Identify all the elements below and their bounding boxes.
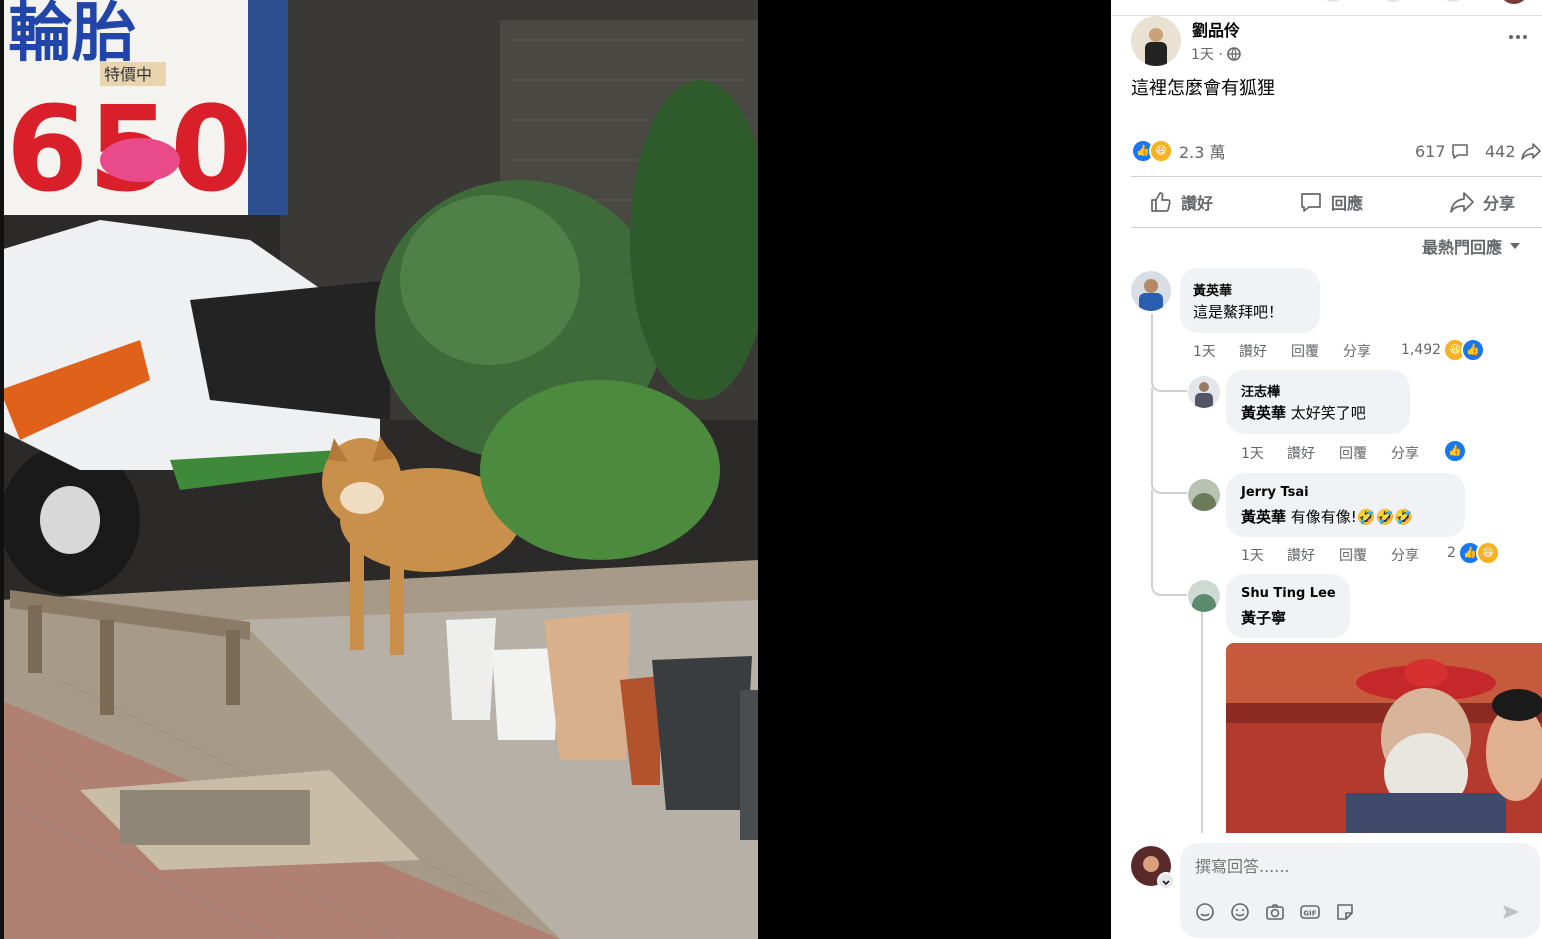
tagged-user[interactable]: 黃英華	[1241, 404, 1286, 422]
like-button[interactable]: 讚好	[1149, 190, 1213, 214]
author-avatar[interactable]	[1131, 16, 1181, 66]
comment-count-icon	[1451, 144, 1468, 159]
comment-button-label: 回應	[1331, 194, 1364, 213]
comment-reaction-summary[interactable]: 2 👍 😆	[1447, 541, 1500, 565]
haha-reaction-icon: 😆	[1149, 139, 1173, 163]
account-avatar[interactable]	[1499, 0, 1529, 4]
more-icon[interactable]	[1507, 26, 1529, 48]
chevron-down-icon	[1510, 243, 1521, 249]
camera-icon[interactable]	[1264, 901, 1286, 923]
gif-illustration	[1226, 643, 1542, 833]
comment-like-link[interactable]: 讚好	[1239, 341, 1267, 361]
comment-share-link[interactable]: 分享	[1391, 545, 1419, 565]
post-sidebar: 劉品伶 1天 · 這裡怎麼會有狐狸 👍 😆 2.3 萬 617 442 讚好 回…	[1111, 0, 1542, 939]
comment-reaction-summary[interactable]: 👍	[1443, 439, 1467, 463]
send-icon[interactable]	[1500, 901, 1522, 923]
sticker-alt-icon[interactable]	[1334, 901, 1356, 923]
chevron-down-icon[interactable]	[1157, 872, 1175, 890]
like-icon	[1151, 192, 1171, 212]
comment-reaction-summary[interactable]: 1,492 😆 👍	[1401, 338, 1486, 362]
commenter-avatar[interactable]	[1188, 376, 1220, 408]
share-icon	[1450, 192, 1474, 213]
thread-line	[1151, 490, 1187, 596]
commenter-avatar[interactable]	[1188, 580, 1220, 612]
comment-button[interactable]: 回應	[1299, 190, 1363, 214]
actions-divider-bottom	[1131, 227, 1542, 228]
commenter-name[interactable]: 黃英華	[1193, 280, 1232, 299]
thread-line	[1201, 608, 1203, 833]
top-bar-circle[interactable]	[1379, 0, 1407, 2]
sort-label: 最熱門回應	[1422, 238, 1503, 257]
comment-time[interactable]: 1天	[1193, 341, 1216, 361]
comment-text-body: 太好笑了吧	[1290, 404, 1366, 422]
sign-top-text: 輪胎	[8, 0, 136, 71]
comment-gif-image[interactable]	[1226, 643, 1542, 833]
comment-reply-link[interactable]: 回覆	[1339, 545, 1367, 565]
comment-like-link[interactable]: 讚好	[1287, 443, 1315, 463]
comment-share-link[interactable]: 分享	[1391, 443, 1419, 463]
like-button-label: 讚好	[1181, 194, 1214, 213]
post-text: 這裡怎麼會有狐狸	[1131, 78, 1275, 99]
comment-time[interactable]: 1天	[1241, 545, 1264, 565]
top-bar-circle[interactable]	[1439, 0, 1467, 2]
shares-count-link[interactable]: 442	[1485, 141, 1542, 161]
like-reaction-icon: 👍	[1461, 338, 1486, 362]
post-photo[interactable]: 輪胎 特價中 650	[0, 0, 758, 939]
comment-bubble: 汪志樺 黃英華 太好笑了吧	[1226, 370, 1410, 434]
thread-line	[1151, 314, 1187, 392]
comment-input[interactable]	[1193, 853, 1517, 879]
commenter-name[interactable]: Shu Ting Lee	[1241, 586, 1336, 601]
comment-like-link[interactable]: 讚好	[1287, 545, 1315, 565]
haha-reaction-icon: 😆	[1475, 541, 1500, 565]
post-meta: 1天 ·	[1191, 44, 1241, 64]
share-button[interactable]: 分享	[1449, 190, 1515, 214]
comment-text-body: 有像有像!🤣🤣🤣	[1290, 508, 1413, 526]
tagged-user[interactable]: 黃英華	[1241, 508, 1286, 526]
reaction-summary[interactable]: 👍 😆 2.3 萬	[1131, 139, 1226, 163]
tagged-user[interactable]: 黃子寧	[1241, 607, 1286, 628]
comment-text: 黃英華 太好笑了吧	[1241, 402, 1366, 423]
globe-icon	[1227, 47, 1241, 61]
top-divider	[1111, 15, 1542, 16]
comment-bubble: 黃英華 這是鰲拜吧！	[1180, 268, 1320, 333]
comment-bubble: Shu Ting Lee 黃子寧	[1226, 574, 1350, 638]
comment-sort-dropdown[interactable]: 最熱門回應	[1422, 234, 1522, 258]
actions-divider-top	[1131, 176, 1542, 177]
comment-composer[interactable]: GIF	[1180, 843, 1540, 938]
comment-text: 這是鰲拜吧！	[1193, 303, 1284, 321]
top-bar-circle[interactable]	[1319, 0, 1347, 2]
comment-reaction-count: 2	[1447, 545, 1456, 561]
comments-count-link[interactable]: 617	[1415, 141, 1470, 161]
shares-count: 442	[1485, 141, 1516, 161]
share-button-label: 分享	[1483, 194, 1516, 213]
reactions-count: 2.3 萬	[1179, 143, 1226, 162]
comment-bubble: Jerry Tsai 黃英華 有像有像!🤣🤣🤣	[1226, 473, 1465, 537]
comments-count: 617	[1415, 141, 1446, 161]
comment-text: 黃英華 有像有像!🤣🤣🤣	[1241, 506, 1413, 527]
thread-line	[1151, 388, 1187, 494]
emoji-icon[interactable]	[1229, 901, 1251, 923]
share-count-icon	[1520, 143, 1541, 160]
photo-canvas: 輪胎 特價中 650	[0, 0, 758, 939]
post-time[interactable]: 1天 ·	[1191, 44, 1223, 64]
commenter-name[interactable]: Jerry Tsai	[1241, 485, 1309, 500]
comment-reaction-count: 1,492	[1401, 342, 1442, 358]
comment-reply-link[interactable]: 回覆	[1339, 443, 1367, 463]
commenter-name[interactable]: 汪志樺	[1241, 381, 1280, 400]
comment-time[interactable]: 1天	[1241, 443, 1264, 463]
commenter-avatar[interactable]	[1131, 271, 1171, 311]
like-reaction-icon: 👍	[1443, 439, 1467, 463]
commenter-avatar[interactable]	[1188, 479, 1220, 511]
sticker-icon[interactable]	[1194, 901, 1216, 923]
svg-text:GIF: GIF	[1303, 910, 1316, 918]
comment-reply-link[interactable]: 回覆	[1291, 341, 1319, 361]
gif-icon[interactable]: GIF	[1299, 901, 1321, 923]
author-name[interactable]: 劉品伶	[1192, 17, 1240, 41]
comment-icon	[1301, 193, 1321, 212]
comment-share-link[interactable]: 分享	[1343, 341, 1371, 361]
